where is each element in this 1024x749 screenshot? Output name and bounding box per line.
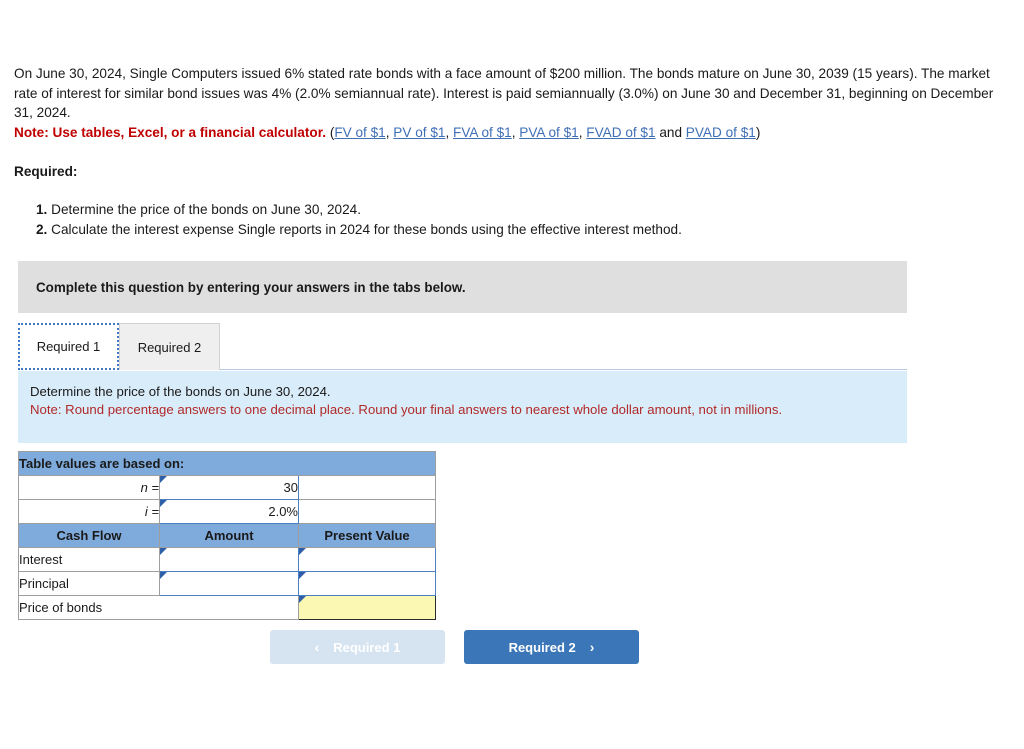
column-header-present-value: Present Value (298, 523, 436, 548)
chevron-left-icon: ‹ (314, 639, 320, 655)
chevron-right-icon: › (589, 639, 595, 655)
instruction-line-1: Determine the price of the bonds on June… (30, 384, 331, 399)
link-fvad-of-1[interactable]: FVAD of $1 (586, 125, 655, 140)
table-row: Principal (18, 571, 436, 596)
link-fv-of-1[interactable]: FV of $1 (334, 125, 385, 140)
required-item-1: 1. Determine the price of the bonds on J… (36, 200, 936, 220)
required-item-2: 2. Calculate the interest expense Single… (36, 220, 936, 240)
input-n[interactable]: 30 (159, 475, 299, 500)
row-label-principal: Principal (18, 571, 160, 596)
previous-button-label: Required 1 (333, 639, 401, 655)
link-fva-of-1[interactable]: FVA of $1 (453, 125, 512, 140)
tab-required-1-label: Required 1 (36, 339, 101, 354)
input-price-of-bonds[interactable] (298, 595, 436, 620)
question-instructions: Determine the price of the bonds on June… (18, 371, 907, 443)
instruction-banner: Complete this question by entering your … (18, 261, 907, 313)
link-pva-of-1[interactable]: PVA of $1 (519, 125, 578, 140)
row-label-interest: Interest (18, 547, 160, 572)
required-item-2-text: Calculate the interest expense Single re… (51, 221, 682, 237)
empty-cell-n (298, 475, 436, 500)
links-and: and (655, 124, 686, 140)
next-required-2-button[interactable]: Required 2 › (464, 630, 639, 664)
table-column-headers: Cash Flow Amount Present Value (18, 523, 436, 548)
empty-cell-i (298, 499, 436, 524)
link-pv-of-1[interactable]: PV of $1 (393, 125, 445, 140)
problem-page: On June 30, 2024, Single Computers issue… (0, 0, 1024, 749)
links-sep-2: , (445, 124, 454, 140)
note-label: Note: Use tables, Excel, or a financial … (14, 124, 327, 140)
links-close-paren: ) (755, 124, 761, 140)
table-row-i: i = 2.0% (18, 499, 436, 524)
input-principal-amount[interactable] (159, 571, 299, 596)
tab-required-1[interactable]: Required 1 (18, 323, 119, 370)
required-heading: Required: (14, 164, 78, 179)
required-item-2-number: 2. (36, 221, 48, 237)
required-item-1-text: Determine the price of the bonds on June… (51, 202, 361, 217)
table-caption: Table values are based on: (18, 451, 436, 476)
navigation-buttons: ‹ Required 1 Required 2 › (270, 630, 740, 664)
problem-statement: On June 30, 2024, Single Computers issue… (14, 64, 1006, 142)
table-row-n: n = 30 (18, 475, 436, 500)
table-caption-row: Table values are based on: (18, 451, 436, 476)
input-i[interactable]: 2.0% (159, 499, 299, 524)
table-total-row: Price of bonds (18, 595, 436, 620)
label-n: n = (18, 475, 160, 500)
problem-paragraph: On June 30, 2024, Single Computers issue… (14, 66, 994, 120)
column-header-amount: Amount (159, 523, 299, 548)
label-i: i = (18, 499, 160, 524)
column-header-cash-flow: Cash Flow (18, 523, 160, 548)
next-button-label: Required 2 (508, 639, 576, 655)
required-list: 1. Determine the price of the bonds on J… (36, 200, 936, 239)
note-line: Note: Use tables, Excel, or a financial … (14, 123, 1006, 143)
input-interest-present-value[interactable] (298, 547, 436, 572)
instruction-banner-text: Complete this question by entering your … (36, 279, 466, 295)
link-pvad-of-1[interactable]: PVAD of $1 (686, 125, 756, 140)
input-principal-present-value[interactable] (298, 571, 436, 596)
required-item-1-number: 1. (36, 202, 48, 217)
tab-required-2-label: Required 2 (137, 339, 202, 355)
present-value-table: Table values are based on: n = 30 i = 2.… (18, 451, 436, 620)
table-row: Interest (18, 547, 436, 572)
tab-strip: Required 1 Required 2 (18, 323, 907, 370)
tab-required-2[interactable]: Required 2 (119, 323, 220, 370)
previous-required-1-button[interactable]: ‹ Required 1 (270, 630, 445, 664)
instruction-line-2: Note: Round percentage answers to one de… (30, 401, 783, 417)
row-label-price-of-bonds: Price of bonds (18, 595, 299, 620)
input-interest-amount[interactable] (159, 547, 299, 572)
